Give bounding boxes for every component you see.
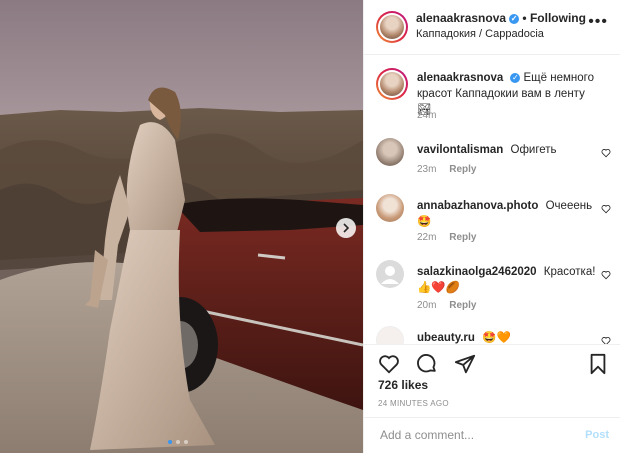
comment-meta: 20m Reply: [417, 300, 486, 311]
heart-icon[interactable]: [601, 336, 611, 344]
comment-text: salazkinaolga2462020 Красотка! 👍❤️🏉: [417, 264, 597, 296]
share-icon[interactable]: [454, 353, 476, 375]
follow-separator: •: [522, 11, 527, 25]
comment-text: ubeauty.ru 🤩🧡: [417, 330, 597, 344]
bookmark-icon[interactable]: [587, 353, 609, 375]
comment-username[interactable]: annabazhanova.photo: [417, 200, 538, 212]
heart-icon[interactable]: [378, 353, 400, 375]
avatar[interactable]: [376, 138, 404, 166]
post-header: alenaakrasnova ✓ • Following Каппадокия /…: [364, 0, 620, 55]
likes-count[interactable]: 726 likes: [378, 378, 428, 392]
default-avatar-icon: [381, 266, 399, 284]
post-timestamp: 24 MINUTES AGO: [378, 399, 449, 408]
carousel-dot: [176, 440, 180, 444]
carousel-dot: [168, 440, 172, 444]
reply-button[interactable]: Reply: [449, 300, 476, 311]
verified-icon: ✓: [509, 13, 520, 24]
comment-username[interactable]: vavilontalisman: [417, 144, 503, 156]
list-item: annabazhanova.photo Очееень 🤩 22m Reply: [376, 194, 611, 243]
comment-body: 🤩🧡: [482, 332, 511, 344]
comment-username[interactable]: ubeauty.ru: [417, 332, 475, 344]
avatar[interactable]: [376, 11, 408, 43]
comment-username[interactable]: salazkinaolga2462020: [417, 266, 537, 278]
carousel-dots: [168, 440, 188, 444]
comment-meta: 23m Reply: [417, 164, 486, 175]
list-item: ubeauty.ru 🤩🧡: [376, 326, 611, 344]
more-options-icon[interactable]: •••: [588, 13, 608, 31]
comment-input[interactable]: [378, 427, 572, 443]
location-link[interactable]: Каппадокия / Cappadocia: [416, 28, 544, 40]
heart-icon[interactable]: [601, 204, 611, 214]
heart-icon[interactable]: [601, 148, 611, 158]
chevron-right-icon: [343, 223, 350, 233]
verified-icon: ✓: [510, 72, 521, 83]
author-username[interactable]: alenaakrasnova: [416, 11, 506, 25]
avatar[interactable]: [376, 68, 408, 100]
comments-list[interactable]: alenaakrasnova ✓ Ещё немного красот Каппа…: [364, 54, 620, 344]
caption-age: 24m: [417, 110, 437, 121]
caption-username[interactable]: alenaakrasnova: [417, 72, 503, 84]
comment-icon[interactable]: [416, 353, 438, 375]
carousel-dot: [184, 440, 188, 444]
comment-text: vavilontalisman Офигеть: [417, 142, 597, 158]
comment-age: 22m: [417, 232, 437, 243]
action-icons: [378, 353, 476, 375]
following-button[interactable]: Following: [530, 11, 586, 25]
comment-body: Офигеть: [510, 144, 557, 156]
post-photo[interactable]: [0, 0, 363, 453]
comment-meta: 22m Reply: [417, 232, 486, 243]
reply-button[interactable]: Reply: [449, 164, 476, 175]
list-item: vavilontalisman Офигеть 23m Reply: [376, 138, 611, 178]
reply-button[interactable]: Reply: [449, 232, 476, 243]
caption-meta: 24m: [417, 110, 446, 121]
author-line: alenaakrasnova ✓ • Following: [416, 11, 586, 25]
avatar[interactable]: [376, 326, 404, 344]
comment-age: 20m: [417, 300, 437, 311]
avatar[interactable]: [376, 260, 404, 288]
heart-icon[interactable]: [601, 270, 611, 280]
caption: alenaakrasnova ✓ Ещё немного красот Каппа…: [376, 68, 611, 128]
comment-age: 23m: [417, 164, 437, 175]
post-sidebar: alenaakrasnova ✓ • Following Каппадокия /…: [363, 0, 620, 453]
avatar[interactable]: [376, 194, 404, 222]
add-comment-bar: Post: [364, 417, 620, 455]
post-button[interactable]: Post: [585, 429, 609, 441]
next-photo-button[interactable]: [336, 218, 356, 238]
post-actions: 726 likes 24 MINUTES AGO Post: [364, 344, 620, 454]
list-item: salazkinaolga2462020 Красотка! 👍❤️🏉 20m …: [376, 260, 611, 311]
comment-text: annabazhanova.photo Очееень 🤩: [417, 198, 597, 230]
